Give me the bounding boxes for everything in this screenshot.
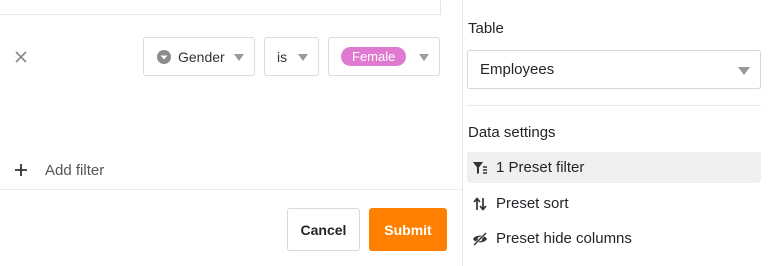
filter-field-label: Gender xyxy=(178,48,225,65)
close-icon xyxy=(15,51,27,63)
preset-hide-columns-item[interactable]: Preset hide columns xyxy=(467,223,761,254)
filter-panel: Gender is Female Add filter Cancel Submi… xyxy=(0,0,462,266)
data-settings-label: Data settings xyxy=(468,124,556,141)
filter-icon xyxy=(473,161,487,174)
sort-icon xyxy=(473,196,487,211)
single-select-icon xyxy=(157,49,171,64)
divider xyxy=(467,105,761,106)
filter-operator-label: is xyxy=(277,48,288,65)
table-select[interactable]: Employees xyxy=(467,50,761,89)
preset-hide-columns-label: Preset hide columns xyxy=(496,230,632,247)
filter-value-pill: Female xyxy=(341,47,407,66)
filter-operator-select[interactable]: is xyxy=(264,37,319,76)
preset-sort-item[interactable]: Preset sort xyxy=(467,188,761,219)
preset-sort-label: Preset sort xyxy=(496,195,569,212)
chevron-down-icon xyxy=(234,54,244,61)
add-filter-button[interactable]: Add filter xyxy=(14,159,104,181)
chevron-down-icon xyxy=(419,54,429,61)
add-filter-label: Add filter xyxy=(45,161,105,179)
filter-value-select[interactable]: Female xyxy=(328,37,440,76)
preset-filter-item[interactable]: 1 Preset filter xyxy=(467,152,761,183)
remove-filter-button[interactable] xyxy=(12,48,30,66)
cancel-button[interactable]: Cancel xyxy=(287,208,360,251)
table-label: Table xyxy=(468,20,504,37)
chevron-down-icon xyxy=(738,67,750,75)
filter-field-select[interactable]: Gender xyxy=(143,37,255,76)
eye-off-icon xyxy=(473,231,487,246)
preset-filter-label: 1 Preset filter xyxy=(496,159,585,176)
submit-button[interactable]: Submit xyxy=(369,208,447,251)
settings-sidebar: Table Employees Data settings 1 Preset f… xyxy=(463,0,768,266)
plus-icon xyxy=(15,164,27,176)
top-strip xyxy=(0,0,441,15)
chevron-down-icon xyxy=(298,54,308,61)
divider xyxy=(0,189,462,190)
table-select-value: Employees xyxy=(480,61,555,78)
